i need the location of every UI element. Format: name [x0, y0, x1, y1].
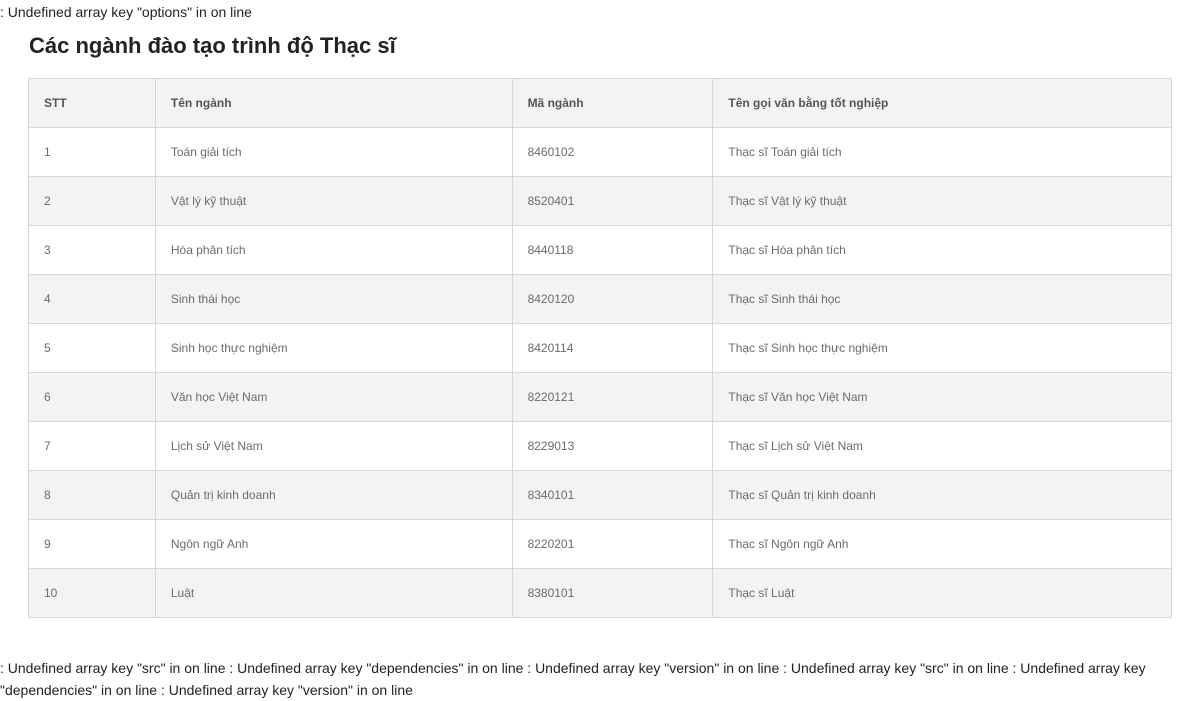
table-header-row: STT Tên ngành Mã ngành Tên gọi văn bằng …: [28, 78, 1172, 128]
cell-degree: Thạc sĩ Luật: [712, 568, 1172, 618]
cell-degree: Thạc sĩ Quản trị kinh doanh: [712, 470, 1172, 520]
table-row: 6 Văn học Việt Nam 8220121 Thạc sĩ Văn h…: [28, 372, 1172, 422]
php-notice-top: : Undefined array key "options" in on li…: [0, 4, 252, 20]
cell-name: Vật lý kỹ thuật: [154, 176, 513, 226]
column-header-name: Tên ngành: [154, 78, 513, 128]
cell-code: 8420114: [511, 323, 714, 373]
table-body: 1 Toán giải tích 8460102 Thạc sĩ Toán gi…: [28, 127, 1172, 618]
cell-code: 8340101: [511, 470, 714, 520]
cell-degree: Thạc sĩ Toán giải tích: [712, 127, 1172, 177]
programs-table: STT Tên ngành Mã ngành Tên gọi văn bằng …: [28, 78, 1172, 618]
cell-degree: Thạc sĩ Sinh thái học: [712, 274, 1172, 324]
cell-code: 8229013: [511, 421, 714, 471]
table-row: 10 Luật 8380101 Thạc sĩ Luật: [28, 568, 1172, 618]
cell-code: 8440118: [511, 225, 714, 275]
cell-stt: 10: [28, 568, 156, 618]
cell-name: Sinh thái học: [154, 274, 513, 324]
cell-stt: 2: [28, 176, 156, 226]
cell-stt: 7: [28, 421, 156, 471]
cell-name: Ngôn ngữ Anh: [154, 519, 513, 569]
table-row: 2 Vật lý kỹ thuật 8520401 Thạc sĩ Vật lý…: [28, 176, 1172, 226]
column-header-stt: STT: [28, 78, 156, 128]
cell-code: 8420120: [511, 274, 714, 324]
table-row: 7 Lịch sử Việt Nam 8229013 Thạc sĩ Lịch …: [28, 421, 1172, 471]
cell-degree: Thạc sĩ Vật lý kỹ thuật: [712, 176, 1172, 226]
cell-name: Văn học Việt Nam: [154, 372, 513, 422]
cell-code: 8520401: [511, 176, 714, 226]
cell-stt: 1: [28, 127, 156, 177]
cell-name: Toán giải tích: [154, 127, 513, 177]
cell-code: 8220121: [511, 372, 714, 422]
cell-degree: Thạc sĩ Lịch sử Việt Nam: [712, 421, 1172, 471]
page-title: Các ngành đào tạo trình độ Thạc sĩ: [29, 33, 396, 58]
cell-name: Hóa phân tích: [154, 225, 513, 275]
cell-code: 8220201: [511, 519, 714, 569]
column-header-code: Mã ngành: [511, 78, 714, 128]
php-notice-bottom: : Undefined array key "src" in on line :…: [0, 660, 1146, 698]
table-row: 1 Toán giải tích 8460102 Thạc sĩ Toán gi…: [28, 127, 1172, 177]
cell-degree: Thạc sĩ Văn học Việt Nam: [712, 372, 1172, 422]
cell-degree: Thạc sĩ Sinh học thực nghiệm: [712, 323, 1172, 373]
cell-code: 8460102: [511, 127, 714, 177]
table-row: 9 Ngôn ngữ Anh 8220201 Thạc sĩ Ngôn ngữ …: [28, 519, 1172, 569]
cell-degree: Thạc sĩ Hóa phân tích: [712, 225, 1172, 275]
table-row: 4 Sinh thái học 8420120 Thạc sĩ Sinh thá…: [28, 274, 1172, 324]
cell-degree: Thạc sĩ Ngôn ngữ Anh: [712, 519, 1172, 569]
table-header: STT Tên ngành Mã ngành Tên gọi văn bằng …: [28, 78, 1172, 128]
table-row: 3 Hóa phân tích 8440118 Thạc sĩ Hóa phân…: [28, 225, 1172, 275]
cell-stt: 6: [28, 372, 156, 422]
cell-name: Quản trị kinh doanh: [154, 470, 513, 520]
cell-name: Lịch sử Việt Nam: [154, 421, 513, 471]
cell-code: 8380101: [511, 568, 714, 618]
cell-stt: 5: [28, 323, 156, 373]
cell-stt: 3: [28, 225, 156, 275]
cell-stt: 8: [28, 470, 156, 520]
column-header-degree: Tên gọi văn bằng tốt nghiệp: [712, 78, 1172, 128]
cell-stt: 4: [28, 274, 156, 324]
table-row: 8 Quản trị kinh doanh 8340101 Thạc sĩ Qu…: [28, 470, 1172, 520]
table-row: 5 Sinh học thực nghiệm 8420114 Thạc sĩ S…: [28, 323, 1172, 373]
cell-stt: 9: [28, 519, 156, 569]
cell-name: Luật: [154, 568, 513, 618]
cell-name: Sinh học thực nghiệm: [154, 323, 513, 373]
